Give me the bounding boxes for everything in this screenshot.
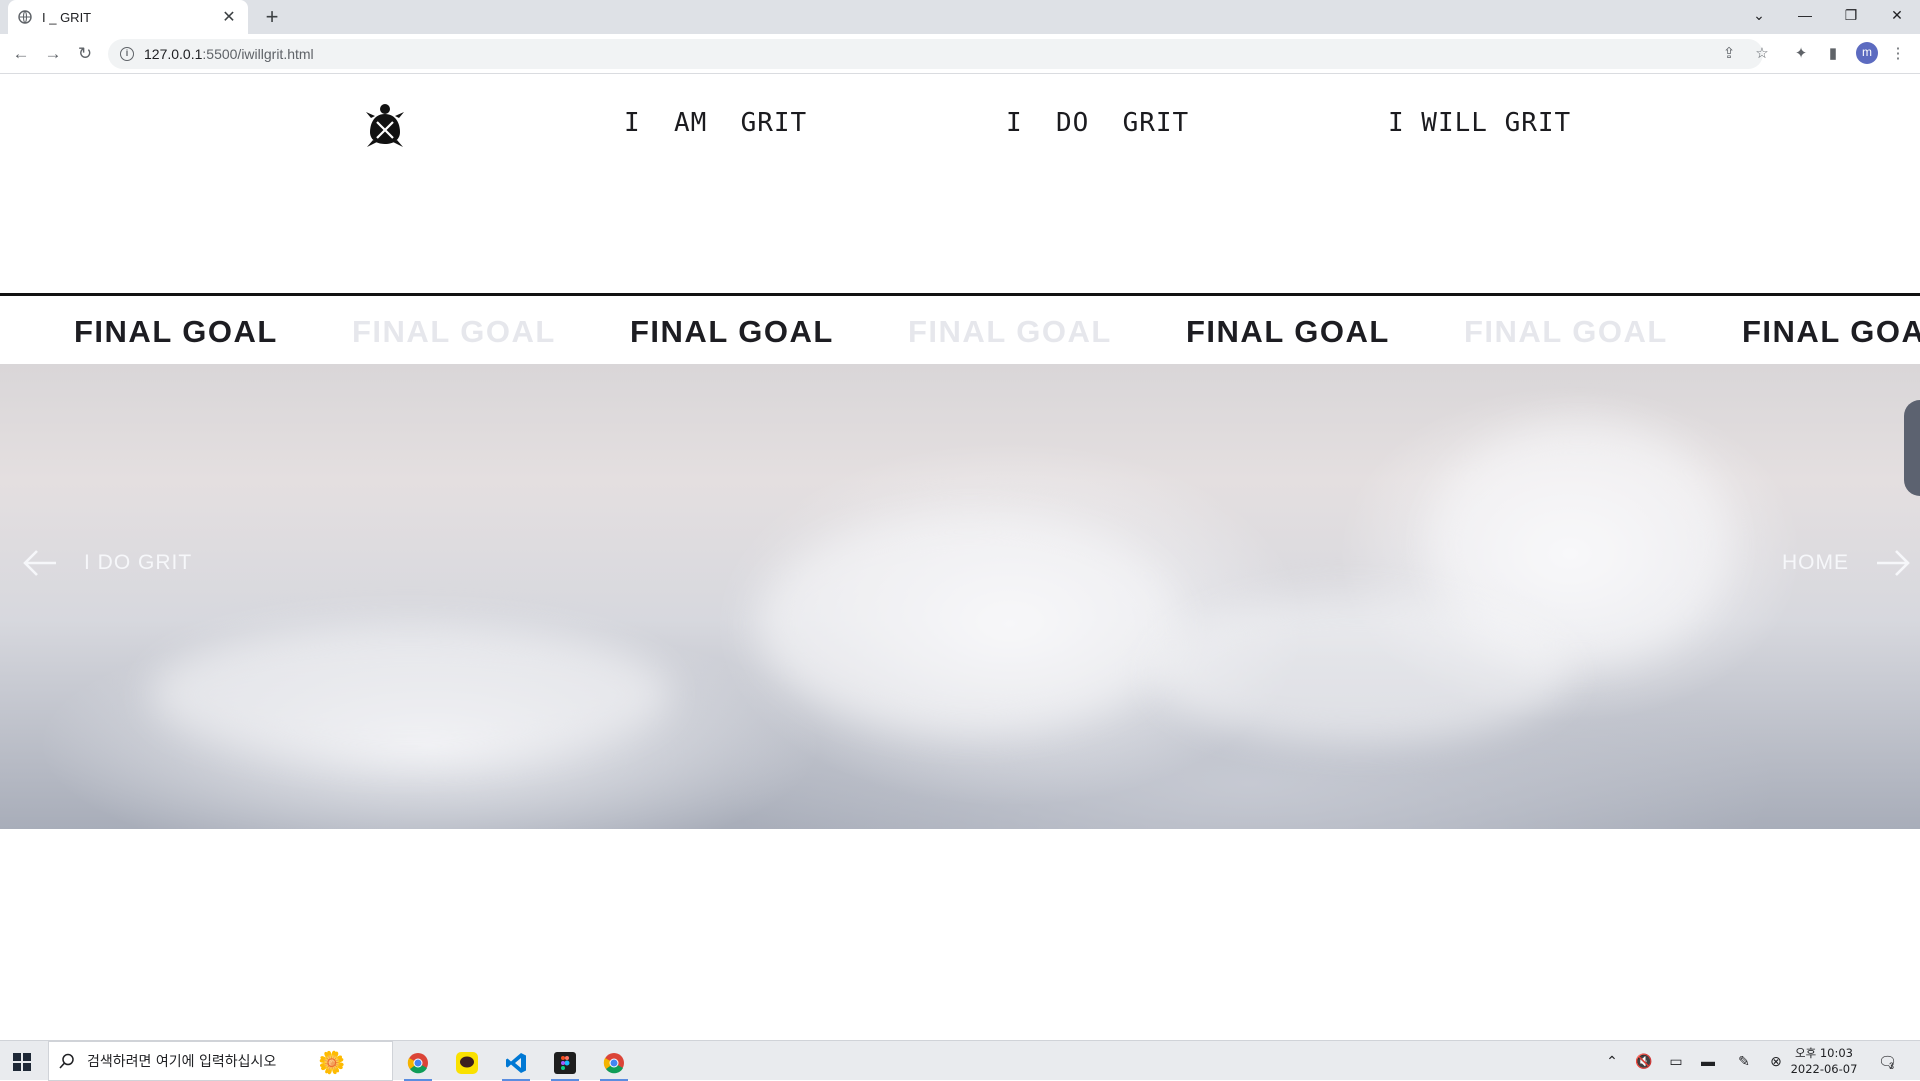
browser-tab[interactable]: I _ GRIT ✕ — [8, 0, 248, 34]
status-x-icon[interactable]: ⊗ — [1767, 1053, 1785, 1070]
extensions-icon[interactable]: ✦ — [1791, 44, 1811, 64]
tab-title: I _ GRIT — [42, 9, 92, 25]
arrow-left-icon — [23, 550, 56, 576]
next-page-label: HOME — [1782, 551, 1849, 574]
menu-icon[interactable]: ⋮ — [1888, 44, 1908, 64]
windows-start-icon[interactable] — [13, 1053, 31, 1071]
marquee-item: FINAL GOAL — [908, 314, 1112, 349]
notification-center-icon[interactable]: 🗨 3 — [1878, 1053, 1897, 1071]
globe-icon — [18, 10, 32, 24]
cloud-shape — [760, 514, 1180, 734]
profile-avatar[interactable]: m — [1856, 42, 1878, 64]
cloud-shape — [150, 624, 670, 764]
marquee-item: FINAL GOAL — [1742, 314, 1920, 349]
windows-taskbar: 검색하려면 여기에 입력하십시오 🌼 ⌃ 🔇 ▭ ▬ ✎ ⊗ 오후 10:03 … — [0, 1040, 1920, 1081]
marquee-item: FINAL GOAL — [1186, 314, 1390, 349]
marquee-item: FINAL GOAL — [1464, 314, 1668, 349]
cloud-hero-banner: I DO GRIT HOME — [0, 364, 1920, 829]
clock-date: 2022-06-07 — [1790, 1062, 1858, 1076]
minimize-icon[interactable]: — — [1782, 0, 1828, 30]
restore-icon[interactable]: ❐ — [1828, 0, 1874, 30]
volume-muted-icon[interactable]: 🔇 — [1635, 1053, 1653, 1070]
tab-close-icon[interactable]: ✕ — [220, 7, 238, 27]
final-goal-marquee: FINAL GOAL FINAL GOAL FINAL GOAL FINAL G… — [0, 293, 1920, 363]
taskbar-search-highlight-icon[interactable]: 🌼 — [312, 1045, 352, 1081]
edge-panel-handle[interactable] — [1904, 400, 1920, 496]
taskbar-clock[interactable]: 오후 10:03 2022-06-07 — [1788, 1045, 1860, 1077]
search-icon — [59, 1053, 74, 1069]
marquee-item: FINAL GOAL — [352, 314, 556, 349]
reload-icon[interactable]: ↻ — [72, 41, 98, 67]
show-hidden-icons-chevron-icon[interactable]: ⌃ — [1603, 1053, 1621, 1070]
cloud-shape — [1150, 594, 1570, 744]
marquee-item: FINAL GOAL — [630, 314, 834, 349]
browser-toolbar: ← → ↻ i 127.0.0.1:5500/iwillgrit.html ⇪ … — [0, 34, 1920, 74]
pen-icon[interactable]: ✎ — [1735, 1053, 1753, 1070]
prev-page-link[interactable]: I DO GRIT — [22, 548, 192, 578]
notification-count: 3 — [1889, 1061, 1895, 1071]
vscode-taskbar-icon[interactable] — [496, 1045, 536, 1081]
tab-search-icon[interactable]: ⌄ — [1736, 0, 1782, 30]
browser-tab-strip: I _ GRIT ✕ + ⌄ — ❐ ✕ — [0, 0, 1920, 34]
close-window-icon[interactable]: ✕ — [1874, 0, 1920, 30]
clock-time: 오후 10:03 — [1795, 1046, 1853, 1060]
nav-i-do-grit[interactable]: I DO GRIT — [1006, 108, 1189, 138]
figma-taskbar-icon[interactable] — [545, 1045, 585, 1081]
nav-i-will-grit[interactable]: I WILL GRIT — [1388, 108, 1571, 138]
network-icon[interactable]: ▭ — [1667, 1053, 1685, 1070]
site-info-icon[interactable]: i — [120, 47, 134, 61]
new-tab-button[interactable]: + — [258, 4, 286, 32]
side-panel-icon[interactable]: ▮ — [1823, 44, 1843, 64]
battery-icon[interactable]: ▬ — [1699, 1053, 1717, 1069]
nav-i-am-grit[interactable]: I AM GRIT — [624, 108, 807, 138]
web-page: I AM GRIT I DO GRIT I WILL GRIT FINAL GO… — [0, 74, 1920, 1040]
arrow-right-icon — [1877, 550, 1910, 576]
share-icon[interactable]: ⇪ — [1719, 44, 1739, 64]
next-page-link[interactable]: HOME — [1782, 548, 1911, 578]
forward-icon[interactable]: → — [40, 41, 66, 67]
chrome-taskbar-icon-2[interactable] — [594, 1045, 634, 1081]
chrome-taskbar-icon[interactable] — [398, 1045, 438, 1081]
bookmark-star-icon[interactable]: ☆ — [1752, 44, 1772, 64]
search-placeholder: 검색하려면 여기에 입력하십시오 — [87, 1054, 277, 1070]
kakaotalk-taskbar-icon[interactable] — [447, 1045, 487, 1081]
address-bar[interactable]: i 127.0.0.1:5500/iwillgrit.html — [108, 39, 1763, 69]
marquee-item: FINAL GOAL — [74, 314, 278, 349]
prev-page-label: I DO GRIT — [84, 551, 193, 574]
back-icon[interactable]: ← — [8, 41, 34, 67]
turtle-logo-icon[interactable] — [365, 102, 405, 148]
url-text: 127.0.0.1:5500/iwillgrit.html — [144, 46, 314, 62]
